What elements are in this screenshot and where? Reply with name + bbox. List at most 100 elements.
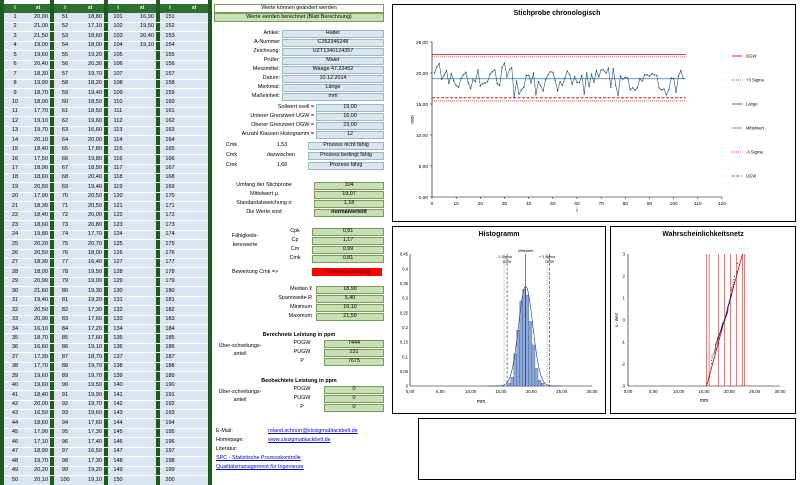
table-cell-value[interactable]: 18,40 [26, 211, 48, 220]
table-cell-value[interactable]: 19,70 [76, 372, 102, 381]
table-cell-value[interactable]: 18,20 [76, 79, 102, 88]
table-cell-value[interactable] [128, 409, 154, 418]
table-cell-value[interactable] [128, 60, 154, 69]
table-cell-value[interactable] [128, 192, 154, 201]
table-cell-value[interactable]: 19,90 [76, 391, 102, 400]
table-cell-value[interactable]: 19,10 [128, 41, 154, 50]
table-cell-value[interactable]: 17,30 [76, 428, 102, 437]
table-cell-value[interactable]: 18,30 [26, 70, 48, 79]
info-value[interactable]: Halter [282, 30, 384, 37]
table-cell-value[interactable] [180, 155, 206, 164]
table-cell-value[interactable] [180, 362, 206, 371]
table-cell-value[interactable]: 17,50 [26, 155, 48, 164]
capability-value[interactable]: 1,66 [262, 162, 302, 169]
table-cell-value[interactable] [128, 221, 154, 230]
table-cell-value[interactable] [180, 409, 206, 418]
table-cell-value[interactable] [128, 447, 154, 456]
table-cell-value[interactable]: 17,10 [76, 22, 102, 31]
table-cell-value[interactable]: 17,90 [26, 428, 48, 437]
table-cell-value[interactable]: 18,30 [26, 258, 48, 267]
table-cell-value[interactable]: 19,70 [26, 126, 48, 135]
homepage-link[interactable]: www.sixsigmablackbelt.de [268, 437, 418, 444]
table-cell-value[interactable] [180, 381, 206, 390]
info-value[interactable]: Maier [282, 57, 384, 64]
table-cell-value[interactable] [180, 107, 206, 116]
table-cell-value[interactable] [180, 136, 206, 145]
table-cell-value[interactable] [128, 70, 154, 79]
table-cell-value[interactable]: 17,60 [76, 419, 102, 428]
table-cell-value[interactable] [128, 173, 154, 182]
table-cell-value[interactable] [180, 258, 206, 267]
table-cell-value[interactable] [180, 240, 206, 249]
table-cell-value[interactable]: 19,80 [26, 230, 48, 239]
table-cell-value[interactable] [180, 117, 206, 126]
table-cell-value[interactable]: 20,40 [128, 32, 154, 41]
table-cell-value[interactable] [128, 268, 154, 277]
table-cell-value[interactable]: 17,20 [76, 325, 102, 334]
table-cell-value[interactable] [128, 211, 154, 220]
table-cell-value[interactable] [128, 391, 154, 400]
table-cell-value[interactable]: 18,30 [26, 202, 48, 211]
table-cell-value[interactable]: 19,60 [26, 51, 48, 60]
table-cell-value[interactable]: 20,90 [26, 315, 48, 324]
info-value[interactable]: Länge [282, 84, 384, 91]
table-cell-value[interactable] [128, 145, 154, 154]
table-cell-value[interactable]: 18,40 [26, 145, 48, 154]
table-cell-value[interactable]: 17,60 [76, 334, 102, 343]
table-cell-value[interactable] [128, 164, 154, 173]
table-cell-value[interactable]: 19,40 [76, 89, 102, 98]
table-cell-value[interactable]: 19,60 [26, 381, 48, 390]
table-cell-value[interactable] [128, 438, 154, 447]
table-cell-value[interactable] [128, 362, 154, 371]
table-cell-value[interactable]: 20,00 [26, 13, 48, 22]
table-cell-value[interactable] [180, 476, 206, 485]
table-cell-value[interactable] [180, 315, 206, 324]
literature-link-2[interactable]: Qualitätsmanagement für Ingenieure [216, 464, 396, 471]
table-cell-value[interactable] [180, 192, 206, 201]
table-cell-value[interactable] [180, 306, 206, 315]
info-value[interactable]: C262346248 [282, 39, 384, 46]
table-cell-value[interactable]: 20,00 [26, 400, 48, 409]
table-cell-value[interactable] [180, 164, 206, 173]
table-cell-value[interactable] [128, 136, 154, 145]
table-cell-value[interactable]: 20,50 [26, 306, 48, 315]
table-cell-value[interactable] [128, 230, 154, 239]
table-cell-value[interactable]: 19,50 [76, 381, 102, 390]
table-cell-value[interactable]: 18,00 [76, 249, 102, 258]
table-cell-value[interactable]: 21,00 [26, 22, 48, 31]
table-cell-value[interactable] [128, 155, 154, 164]
table-cell-value[interactable] [180, 334, 206, 343]
table-cell-value[interactable]: 20,50 [26, 183, 48, 192]
table-cell-value[interactable]: 18,90 [26, 447, 48, 456]
table-cell-value[interactable] [180, 145, 206, 154]
table-cell-value[interactable] [180, 466, 206, 475]
table-cell-value[interactable]: 17,60 [76, 315, 102, 324]
table-cell-value[interactable]: 19,70 [76, 70, 102, 79]
table-cell-value[interactable] [128, 466, 154, 475]
table-cell-value[interactable] [180, 230, 206, 239]
table-cell-value[interactable] [180, 325, 206, 334]
table-cell-value[interactable]: 19,50 [128, 22, 154, 31]
table-cell-value[interactable] [128, 240, 154, 249]
table-cell-value[interactable] [180, 89, 206, 98]
table-cell-value[interactable]: 16,40 [76, 258, 102, 267]
table-cell-value[interactable] [180, 296, 206, 305]
info-value[interactable]: Waage 47.22452 [282, 66, 384, 73]
table-cell-value[interactable] [180, 98, 206, 107]
table-cell-value[interactable] [128, 89, 154, 98]
table-cell-value[interactable] [180, 287, 206, 296]
table-cell-value[interactable] [180, 202, 206, 211]
table-cell-value[interactable]: 19,70 [76, 400, 102, 409]
table-cell-value[interactable] [128, 343, 154, 352]
table-cell-value[interactable]: 17,90 [26, 192, 48, 201]
table-cell-value[interactable] [180, 353, 206, 362]
table-cell-value[interactable]: 20,10 [26, 136, 48, 145]
table-cell-value[interactable]: 19,20 [76, 51, 102, 60]
table-cell-value[interactable] [128, 353, 154, 362]
table-cell-value[interactable]: 20,90 [26, 277, 48, 286]
table-cell-value[interactable] [180, 126, 206, 135]
table-cell-value[interactable] [180, 419, 206, 428]
table-cell-value[interactable]: 20,00 [76, 211, 102, 220]
table-cell-value[interactable] [180, 438, 206, 447]
table-cell-value[interactable] [180, 391, 206, 400]
